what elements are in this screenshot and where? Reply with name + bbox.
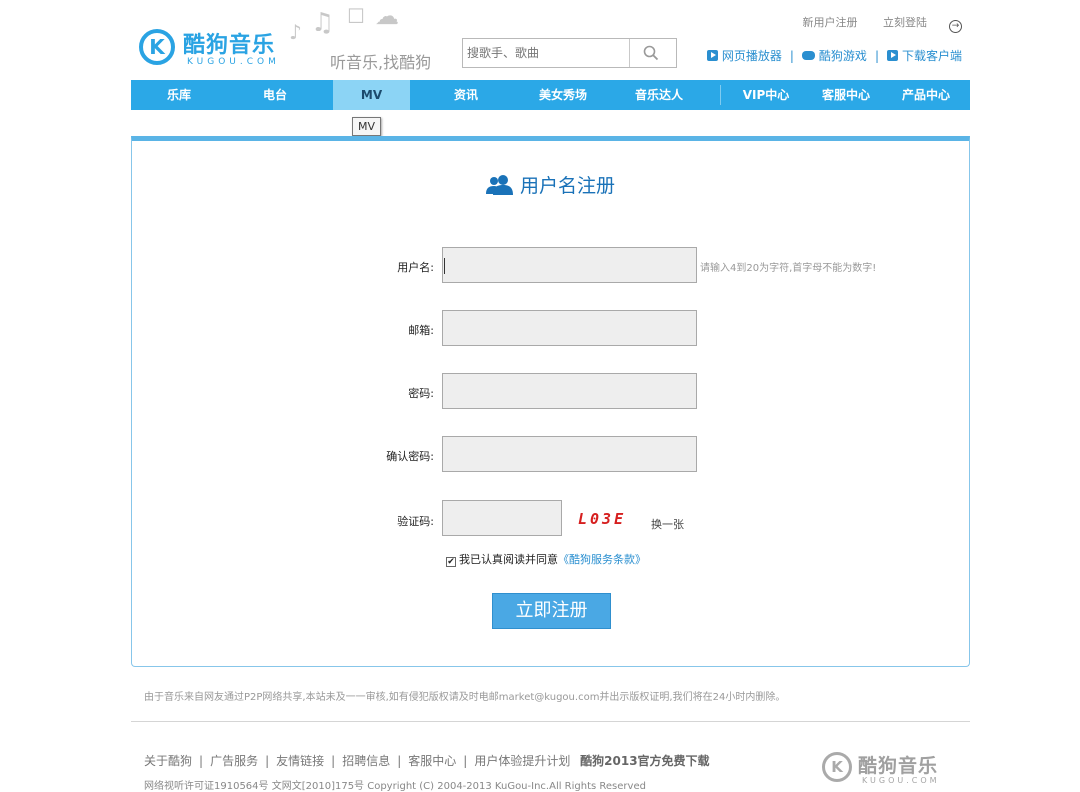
- login-label: 立刻登陆: [883, 16, 927, 29]
- nav-item-radio[interactable]: 电台: [227, 80, 323, 110]
- logo-k-icon: K: [139, 29, 175, 65]
- music-notes-decoration: ♪ ♫ ☐ ☁: [289, 2, 399, 44]
- password-input[interactable]: [442, 373, 697, 409]
- confirm-password-input[interactable]: [442, 436, 697, 472]
- captcha-image: L03E: [578, 510, 627, 528]
- top-links: 新用户注册 立刻登陆 →: [781, 14, 962, 33]
- disclaimer: 由于音乐来自网友通过P2P网络共享,本站未及一一审核,如有侵犯版权请及时电邮ma…: [144, 692, 786, 703]
- gamepad-icon: [801, 51, 815, 60]
- footer-logo-k-icon: K: [822, 752, 852, 782]
- site-header: K 酷狗音乐 KUGOU.COM ♪ ♫ ☐ ☁ 听音乐,找酷狗 新用户注册 立…: [131, 0, 970, 80]
- nav-divider: [720, 85, 721, 105]
- nav-item-mv[interactable]: MV: [333, 80, 410, 110]
- login-link[interactable]: 立刻登陆 →: [883, 16, 962, 33]
- registration-panel: 用户名注册 用户名: 请输入4到20为字符,首字母不能为数字! 邮箱: 密码: …: [131, 136, 970, 667]
- download-client-link[interactable]: 下载客户端: [886, 47, 962, 64]
- agree-checkbox[interactable]: ✔: [446, 557, 456, 567]
- arrow-right-icon: →: [949, 20, 962, 33]
- games-label: 酷狗游戏: [818, 49, 867, 63]
- nav-item-products[interactable]: 产品中心: [887, 80, 965, 110]
- text-caret: [444, 258, 445, 274]
- footer-logo: K 酷狗音乐 KUGOU.COM: [822, 750, 957, 790]
- download-client-label: 下载客户端: [901, 49, 962, 63]
- footer-link-ads[interactable]: 广告服务: [210, 754, 258, 768]
- quick-links: 网页播放器 | 酷狗游戏 | 下载客户端: [706, 47, 962, 64]
- nav-item-news[interactable]: 资讯: [421, 80, 511, 110]
- web-player-link[interactable]: 网页播放器: [706, 47, 782, 64]
- nav-item-vip[interactable]: VIP中心: [727, 80, 805, 110]
- captcha-input[interactable]: [442, 500, 562, 536]
- username-hint: 请输入4到20为字符,首字母不能为数字!: [700, 263, 877, 274]
- agree-text: 我已认真阅读并同意: [459, 553, 558, 566]
- nav-item-showroom[interactable]: 美女秀场: [521, 80, 605, 110]
- copyright: 网络视听许可证1910564号 文网文[2010]175号 Copyright …: [144, 781, 646, 792]
- footer-download-link[interactable]: 酷狗2013官方免费下载: [580, 754, 709, 768]
- search-box: [462, 38, 677, 68]
- main-nav: 乐库 电台 MV 资讯 美女秀场 音乐达人 VIP中心 客服中心 产品中心: [131, 80, 970, 110]
- nav-item-support[interactable]: 客服中心: [807, 80, 885, 110]
- terms-link[interactable]: 《酷狗服务条款》: [558, 553, 646, 566]
- username-input[interactable]: [442, 247, 697, 283]
- form-title-label: 用户名注册: [519, 175, 615, 197]
- password-label: 密码:: [408, 387, 434, 400]
- games-link[interactable]: 酷狗游戏: [801, 47, 867, 64]
- play-icon: [706, 50, 718, 61]
- footer-logo-text: 酷狗音乐: [858, 755, 939, 777]
- form-title: 用户名注册: [132, 171, 969, 198]
- footer-divider: [131, 721, 970, 722]
- captcha-label: 验证码:: [397, 515, 434, 528]
- nav-item-library[interactable]: 乐库: [131, 80, 227, 110]
- footer-link-ux[interactable]: 用户体验提升计划: [474, 754, 570, 768]
- footer-link-friends[interactable]: 友情链接: [276, 754, 324, 768]
- logo-text: 酷狗音乐: [183, 33, 276, 58]
- footer-link-about[interactable]: 关于酷狗: [144, 754, 192, 768]
- kugou-logo[interactable]: K 酷狗音乐 KUGOU.COM: [139, 27, 284, 71]
- mv-tooltip: MV: [352, 117, 381, 136]
- email-input[interactable]: [442, 310, 697, 346]
- search-input[interactable]: [463, 39, 630, 67]
- footer-link-support[interactable]: 客服中心: [408, 754, 456, 768]
- web-player-label: 网页播放器: [721, 49, 782, 63]
- footer-links: 关于酷狗 | 广告服务 | 友情链接 | 招聘信息 | 客服中心 | 用户体验提升计划 酷狗2013…: [144, 754, 710, 768]
- register-submit-button[interactable]: 立即注册: [492, 593, 611, 629]
- email-label: 邮箱:: [408, 324, 434, 337]
- slogan: 听音乐,找酷狗: [330, 53, 432, 72]
- search-icon: [643, 45, 659, 61]
- users-icon: [485, 175, 513, 195]
- captcha-refresh-link[interactable]: 换一张: [651, 516, 684, 532]
- footer-logo-subtext: KUGOU.COM: [862, 776, 940, 785]
- footer-link-jobs[interactable]: 招聘信息: [342, 754, 390, 768]
- nav-item-music-talent[interactable]: 音乐达人: [619, 80, 699, 110]
- logo-subtext: KUGOU.COM: [187, 57, 280, 67]
- confirm-password-label: 确认密码:: [386, 450, 434, 463]
- agree-row: ✔ 我已认真阅读并同意《酷狗服务条款》: [446, 551, 646, 567]
- register-link[interactable]: 新用户注册: [803, 16, 858, 29]
- search-button[interactable]: [631, 39, 676, 67]
- username-label: 用户名:: [397, 261, 434, 274]
- play-icon: [886, 50, 898, 61]
